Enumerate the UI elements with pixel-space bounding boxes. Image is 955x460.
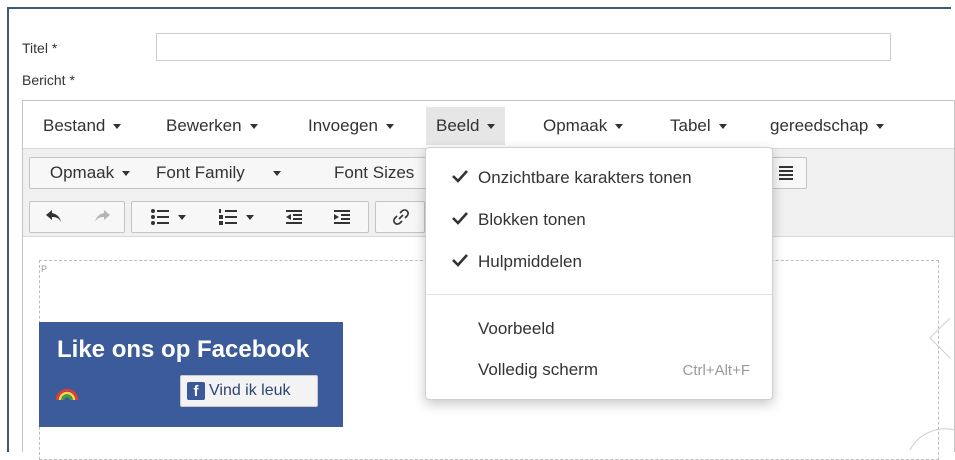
menu-item-preview[interactable]: Voorbeeld: [426, 310, 772, 348]
lists-group: [131, 201, 369, 233]
menu-beeld[interactable]: Beeld: [426, 107, 506, 145]
redo-button[interactable]: [78, 202, 126, 232]
menu-label: Tabel: [670, 116, 711, 135]
menu-bestand[interactable]: Bestand: [33, 107, 131, 145]
decorative-shape: [909, 317, 955, 450]
format-selectors-group: Opmaak Font Family Font Sizes: [29, 157, 429, 189]
menu-item-show-blocks[interactable]: Blokken tonen: [426, 201, 772, 239]
format-label: Opmaak: [49, 163, 115, 182]
font-family-label: Font Family: [156, 163, 245, 182]
caret-down-icon: [385, 124, 394, 130]
title-input[interactable]: [156, 33, 891, 61]
facebook-banner-title: Like ons op Facebook: [57, 336, 310, 363]
link-button[interactable]: [376, 202, 426, 232]
font-sizes-dropdown[interactable]: Font Sizes: [326, 158, 436, 188]
menu-label: Opmaak: [543, 116, 608, 135]
menu-item-label: Onzichtbare karakters tonen: [478, 168, 692, 187]
checkmark-icon: [452, 170, 468, 183]
checkmark-icon: [452, 254, 468, 267]
indent-button[interactable]: [320, 202, 364, 232]
menu-item-label: Hulpmiddelen: [478, 252, 582, 271]
redo-icon: [95, 210, 110, 222]
facebook-banner: Like ons op Facebook f Vind ik leuk: [39, 322, 343, 427]
font-family-dropdown[interactable]: Font Family: [148, 158, 320, 188]
menu-item-label: Blokken tonen: [478, 210, 586, 229]
menu-label: Invoegen: [308, 116, 378, 135]
caret-down-icon: [272, 170, 281, 176]
outdent-icon: [286, 210, 302, 224]
indent-icon: [334, 210, 350, 224]
caret-down-icon: [113, 124, 122, 130]
link-group: [375, 201, 425, 233]
menu-bewerken[interactable]: Bewerken: [156, 107, 268, 145]
facebook-like-button[interactable]: f Vind ik leuk: [180, 375, 318, 407]
menu-label: gereedschap: [770, 116, 869, 135]
history-group: [29, 201, 125, 233]
menu-item-fullscreen[interactable]: Volledig scherm Ctrl+Alt+F: [426, 351, 772, 389]
caret-down-icon: [122, 170, 131, 176]
menu-opmaak[interactable]: Opmaak: [533, 107, 633, 145]
body-label: Bericht *: [22, 72, 75, 88]
caret-down-icon: [246, 214, 254, 220]
bullet-list-icon: [151, 209, 169, 225]
caret-down-icon: [876, 124, 885, 130]
menu-gereedschap[interactable]: gereedschap: [760, 107, 894, 145]
menu-label: Bewerken: [166, 116, 242, 135]
menu-invoegen[interactable]: Invoegen: [298, 107, 404, 145]
format-dropdown[interactable]: Opmaak: [36, 158, 144, 188]
menu-item-label: Volledig scherm: [478, 360, 599, 379]
view-menu-dropdown: Onzichtbare karakters tonen Blokken tone…: [425, 147, 773, 400]
facebook-f-icon: f: [187, 382, 205, 400]
outdent-button[interactable]: [272, 202, 316, 232]
menu-item-shortcut: Ctrl+Alt+F: [682, 362, 750, 379]
facebook-like-label: Vind ik leuk: [209, 382, 291, 399]
numbered-list-button[interactable]: [204, 202, 268, 232]
menu-label: Beeld: [436, 116, 480, 135]
title-label: Titel *: [22, 40, 58, 56]
menu-divider: [426, 294, 772, 295]
align-justify-icon: [779, 166, 793, 180]
editor-menubar: Bestand Bewerken Invoegen Beeld Opmaak T…: [23, 101, 954, 149]
caret-down-icon: [615, 124, 624, 130]
font-sizes-label: Font Sizes: [334, 163, 415, 182]
numbered-list-icon: [219, 209, 237, 225]
checkmark-icon: [452, 212, 468, 225]
menu-tabel[interactable]: Tabel: [660, 107, 737, 145]
caret-down-icon: [487, 124, 496, 130]
menu-item-show-invisible-chars[interactable]: Onzichtbare karakters tonen: [426, 159, 772, 197]
menu-item-label: Voorbeeld: [478, 319, 555, 338]
caret-down-icon: [249, 124, 258, 130]
caret-down-icon: [178, 214, 186, 220]
bullet-list-button[interactable]: [136, 202, 200, 232]
link-icon: [393, 209, 409, 225]
undo-icon: [46, 210, 61, 222]
undo-button[interactable]: [30, 202, 78, 232]
caret-down-icon: [718, 124, 727, 130]
rainbow-logo-icon: [55, 388, 79, 400]
menu-label: Bestand: [43, 116, 106, 135]
menu-item-visual-aids[interactable]: Hulpmiddelen: [426, 243, 772, 281]
block-tag-label: P: [41, 264, 48, 274]
